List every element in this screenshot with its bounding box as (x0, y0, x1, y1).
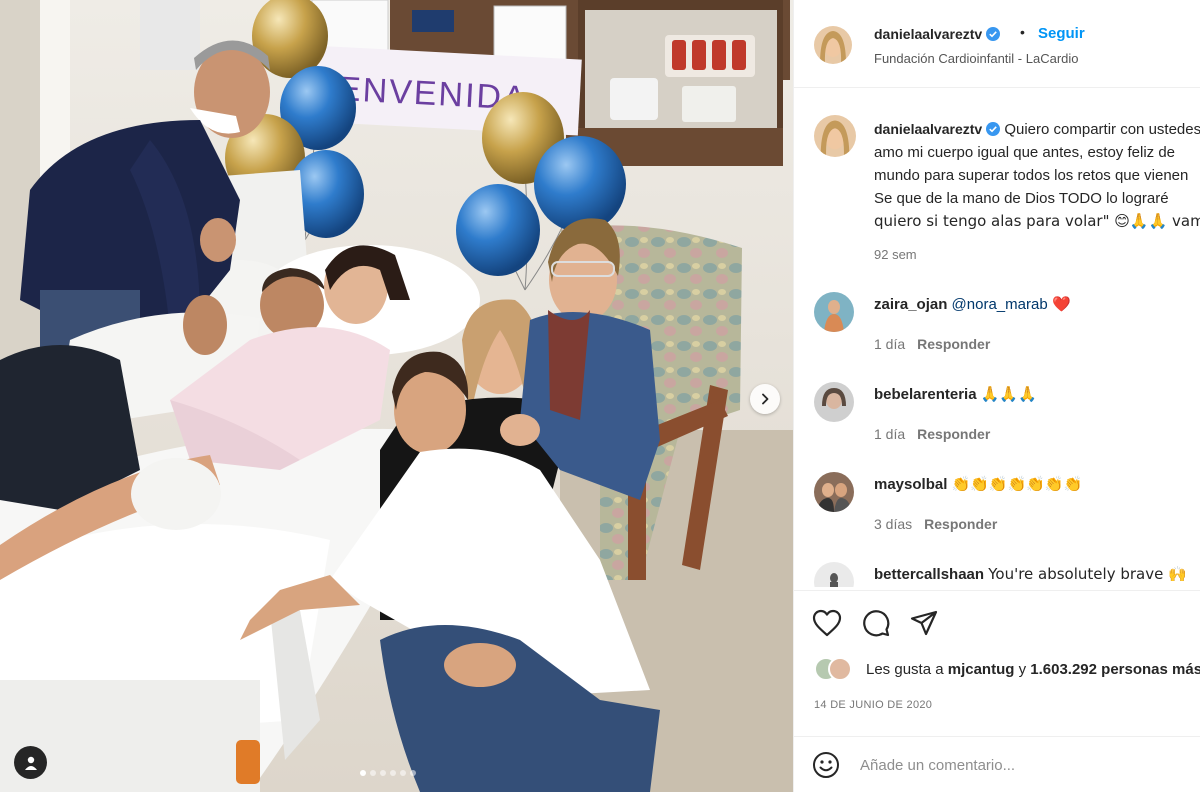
post-details-panel: danielaalvareztv • Seguir Fundación Card… (793, 0, 1200, 792)
carousel-next-button[interactable] (750, 384, 780, 414)
chevron-right-icon (762, 393, 769, 405)
carousel-dot (380, 770, 386, 776)
comment-timestamp: 3 días (874, 516, 913, 532)
paper-plane-icon (910, 610, 938, 636)
post-location[interactable]: Fundación Cardioinfantil - LaCardio (874, 51, 1079, 66)
comment-item: zaira_ojan @nora_marab ❤️ 1 día Responder (794, 292, 1200, 372)
reply-button[interactable]: Responder (917, 426, 990, 442)
reply-button[interactable]: Responder (924, 516, 997, 532)
carousel-dot (370, 770, 376, 776)
tagged-users-button[interactable] (14, 746, 47, 779)
likes-user[interactable]: mjcantug (948, 661, 1015, 678)
commenter-avatar[interactable] (814, 292, 854, 332)
action-icons (812, 609, 938, 637)
caption-text: danielaalvareztv Quiero compartir con us… (874, 118, 1200, 233)
header-separator: • (1020, 24, 1025, 40)
liker-avatar (828, 657, 852, 681)
comment-text: 🙏🙏🙏 (980, 385, 1037, 403)
commenter-avatar[interactable] (814, 562, 854, 587)
reply-button[interactable]: Responder (917, 336, 990, 352)
comment-timestamp: 1 día (874, 426, 906, 442)
verified-badge-icon (986, 27, 1001, 41)
comment-text: 👏👏👏👏👏👏👏 (951, 475, 1083, 493)
comment-text: ❤️ (1047, 295, 1072, 313)
likes-count[interactable]: 1.603.292 personas más (1030, 661, 1200, 678)
caption-line: quiero si tengo alas para volar" 😊🙏🙏 vam… (874, 212, 1200, 230)
carousel-dot-active (360, 770, 366, 776)
carousel-dot (390, 770, 396, 776)
author-username[interactable]: danielaalvareztv (874, 26, 1001, 42)
comment-text: You're absolutely brave 🙌 (988, 565, 1187, 583)
post-date[interactable]: 14 DE JUNIO DE 2020 (814, 699, 932, 711)
caption-username[interactable]: danielaalvareztv (874, 121, 982, 137)
carousel-indicator (360, 770, 416, 776)
likes-connector: y (1018, 661, 1027, 678)
hospital-room-photo: BIENVENIDA (0, 0, 793, 792)
caption-timestamp[interactable]: 92 sem (874, 247, 917, 262)
post-actions: Les gusta a mjcantug y 1.603.292 persona… (794, 590, 1200, 730)
add-comment-bar (794, 736, 1200, 792)
comment-item: bebelarenteria 🙏🙏🙏 1 día Responder (794, 382, 1200, 462)
comment-button[interactable] (862, 609, 890, 637)
caption-line: mundo para superar todos los retos que v… (874, 167, 1189, 184)
user-tag-icon (24, 756, 37, 770)
commenter-avatar[interactable] (814, 382, 854, 422)
caption-line: Se que de la mano de Dios TODO lo lograr… (874, 190, 1169, 207)
comment-input[interactable] (860, 751, 1160, 779)
emoji-picker-button[interactable] (812, 751, 840, 784)
caption-line: Quiero compartir con ustedes (1004, 121, 1200, 138)
share-button[interactable] (910, 609, 938, 637)
comment-item: maysolbal 👏👏👏👏👏👏👏 3 días Responder (794, 472, 1200, 552)
comments-list[interactable]: danielaalvareztv Quiero compartir con us… (794, 89, 1200, 587)
comment-username[interactable]: zaira_ojan (874, 296, 947, 313)
follow-button[interactable]: Seguir (1038, 25, 1085, 42)
author-avatar[interactable] (814, 26, 852, 64)
comment-mention[interactable]: @nora_marab (952, 296, 1048, 313)
comment-username[interactable]: bebelarenteria (874, 386, 977, 403)
comment-timestamp: 1 día (874, 336, 906, 352)
like-button[interactable] (812, 609, 842, 637)
carousel-dot (400, 770, 406, 776)
post-header: danielaalvareztv • Seguir Fundación Card… (794, 0, 1200, 88)
smiley-icon (813, 752, 839, 778)
caption-line: amo mi cuerpo igual que antes, estoy fel… (874, 144, 1176, 161)
heart-outline-icon (812, 609, 842, 637)
comment-item: bettercallshaan You're absolutely brave … (794, 562, 1200, 587)
likes-prefix: Les gusta a (866, 661, 944, 678)
comment-username[interactable]: maysolbal (874, 476, 947, 493)
speech-bubble-icon (863, 610, 890, 637)
caption-avatar[interactable] (814, 115, 856, 157)
verified-badge-icon (986, 122, 1001, 136)
commenter-avatar[interactable] (814, 472, 854, 512)
post-photo[interactable]: BIENVENIDA (0, 0, 793, 792)
comment-username[interactable]: bettercallshaan (874, 566, 984, 583)
carousel-dot (410, 770, 416, 776)
